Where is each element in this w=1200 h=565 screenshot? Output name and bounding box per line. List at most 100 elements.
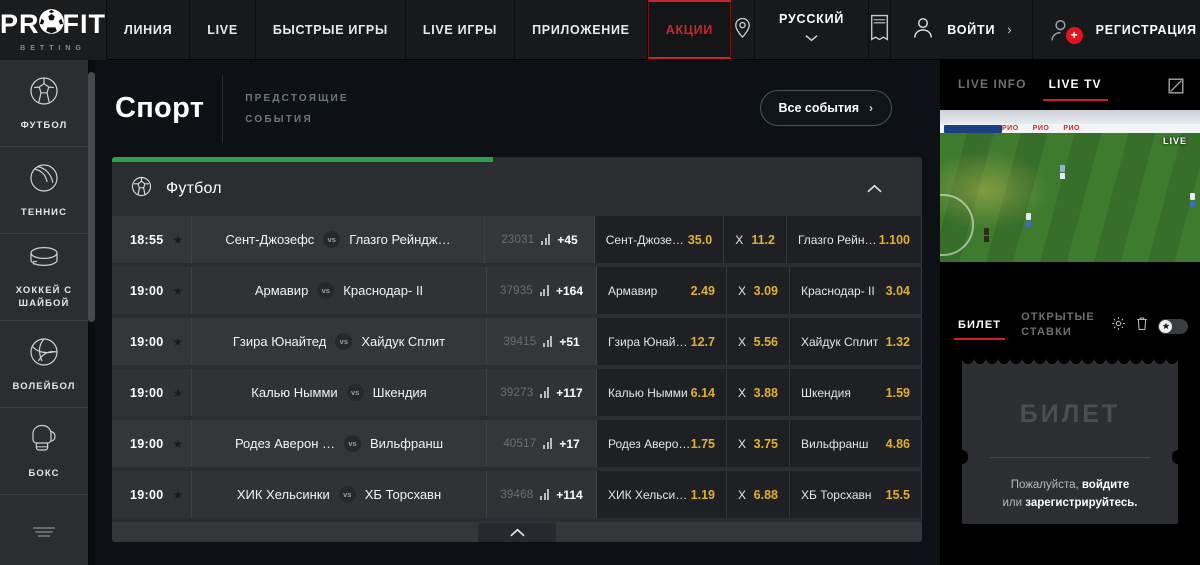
favorite-star-icon[interactable]: ★ [172, 335, 183, 349]
ticket-notch-left [956, 450, 968, 464]
tab-live-info[interactable]: LIVE INFO [958, 77, 1027, 94]
nav-item-live[interactable]: LIVE [190, 0, 256, 59]
match-stats-cell[interactable]: 39468 +114 [487, 471, 597, 518]
odd-draw-button[interactable]: X 11.2 [724, 216, 787, 263]
odd-away-button[interactable]: Краснодар- II 3.04 [790, 267, 922, 314]
favorite-star-icon[interactable]: ★ [172, 284, 183, 298]
match-stats-cell[interactable]: 39415 +51 [487, 318, 597, 365]
odd-draw-button[interactable]: X 3.09 [727, 267, 790, 314]
nav-item-app[interactable]: ПРИЛОЖЕНИЕ [515, 0, 648, 59]
odd-away-button[interactable]: Глазго Рейнд… 1.100 [786, 216, 922, 263]
odd-away-button[interactable]: ХБ Торсхавн 15.5 [790, 471, 922, 518]
match-row[interactable]: 19:00 ★ Гзира Юнайтед vs Хайдук Сплит 39415 +5… [112, 318, 922, 365]
odd-home-button[interactable]: Армавир 2.49 [597, 267, 727, 314]
expand-icon[interactable] [1168, 78, 1184, 99]
sidebar-item-label: ТЕННИС [20, 206, 68, 218]
match-row[interactable]: 19:00 ★ Армавир vs Краснодар- II 37935 +164 Арм… [112, 267, 922, 314]
match-row[interactable]: 19:00 ★ ХИК Хельсинки vs ХБ Торсхавн 39468 +11… [112, 471, 922, 518]
odd-home-button[interactable]: Родез Аверо… 1.75 [597, 420, 727, 467]
match-teams-cell[interactable]: Калью Нымми vs Шкендия [192, 369, 487, 416]
tab-open-bets[interactable]: ОТКРЫТЫЕ СТАВКИ [1021, 310, 1095, 340]
odd-home-button[interactable]: Гзира Юнайт… 12.7 [597, 318, 727, 365]
statistics-icon[interactable] [543, 438, 553, 449]
odd-home-label: ХИК Хельсин… [608, 487, 691, 502]
home-team-name: Сент-Джозефс [225, 232, 315, 247]
odd-draw-button[interactable]: X 5.56 [727, 318, 790, 365]
statistics-icon[interactable] [539, 285, 549, 296]
statistics-icon[interactable] [540, 489, 550, 500]
odd-home-button[interactable]: Калью Нымми 6.14 [597, 369, 727, 416]
match-id: 39468 [500, 488, 534, 501]
odd-draw-button[interactable]: X 6.88 [727, 471, 790, 518]
odd-draw-button[interactable]: X 3.75 [727, 420, 790, 467]
login-button[interactable]: ВОЙТИ › [891, 0, 1033, 59]
odd-home-button[interactable]: Сент-Джозе… 35.0 [594, 216, 725, 263]
all-events-button[interactable]: Все события › [759, 90, 892, 126]
my-tickets-button[interactable] [869, 0, 892, 59]
odd-away-button[interactable]: Вильфранш 4.86 [790, 420, 922, 467]
brand-logo[interactable]: PR FIT BETTING [0, 0, 108, 60]
match-stats-cell[interactable]: 39273 +117 [487, 369, 597, 416]
sidebar-item-table-tennis[interactable] [0, 495, 88, 565]
sidebar-item-boxing[interactable]: БОКС [0, 408, 88, 495]
odd-away-label: ХБ Торсхавн [801, 487, 872, 502]
home-team-name: Армавир [254, 283, 309, 298]
match-row[interactable]: 19:00 ★ Родез Аверон … vs Вильфранш 40517 +17 Р… [112, 420, 922, 467]
sidebar-item-football[interactable]: ФУТБОЛ [0, 60, 88, 147]
sports-sidebar[interactable]: ФУТБОЛ ТЕННИС ХОККЕЙ С ШАЙБОЙ ВОЛЕЙБОЛ Б… [0, 60, 88, 565]
favorite-star-icon[interactable]: ★ [172, 488, 183, 502]
sidebar-item-tennis[interactable]: ТЕННИС [0, 147, 88, 234]
collapse-list-button[interactable] [478, 523, 556, 542]
markets-count: +164 [555, 283, 583, 298]
match-teams-cell[interactable]: Гзира Юнайтед vs Хайдук Сплит [192, 318, 487, 365]
nav-item-promotions[interactable]: АКЦИИ [647, 0, 731, 59]
match-teams-cell[interactable]: Родез Аверон … vs Вильфранш [192, 420, 487, 467]
register-link[interactable]: зарегистрируйтесь. [1025, 497, 1137, 509]
away-team-name: ХБ Торсхавн [364, 487, 442, 502]
sidebar-item-volleyball[interactable]: ВОЛЕЙБОЛ [0, 321, 88, 408]
favorite-star-icon[interactable]: ★ [172, 437, 183, 451]
gear-icon[interactable] [1111, 316, 1126, 336]
statistics-icon[interactable] [541, 234, 551, 245]
league-header[interactable]: Футбол [112, 162, 922, 216]
home-team-name: Гзира Юнайтед [232, 334, 327, 349]
match-stats-cell[interactable]: 37935 +164 [487, 267, 597, 314]
odd-away-label: Шкендия [801, 385, 851, 400]
tab-bet-slip[interactable]: БИЛЕТ [953, 318, 1006, 341]
sidebar-scrollbar[interactable] [88, 60, 95, 565]
statistics-icon[interactable] [543, 336, 553, 347]
markets-count: +17 [559, 436, 580, 451]
toggle-on-icon[interactable] [1158, 318, 1188, 334]
favorite-star-icon[interactable]: ★ [172, 386, 183, 400]
odd-draw-label: X [738, 487, 747, 502]
language-selector[interactable]: РУССКИЙ [754, 0, 870, 59]
trash-icon[interactable] [1135, 316, 1149, 336]
match-teams-cell[interactable]: Армавир vs Краснодар- II [192, 267, 487, 314]
tab-live-tv[interactable]: LIVE TV [1042, 77, 1108, 101]
match-teams-cell[interactable]: ХИК Хельсинки vs ХБ Торсхавн [192, 471, 487, 518]
next-match-row-partial[interactable] [112, 522, 922, 542]
markets-count: +117 [556, 385, 583, 400]
match-stats-cell[interactable]: 23031 +45 [485, 216, 595, 263]
odd-away-button[interactable]: Хайдук Сплит 1.32 [790, 318, 922, 365]
odd-home-button[interactable]: ХИК Хельсин… 1.19 [597, 471, 727, 518]
sidebar-item-ice-hockey[interactable]: ХОККЕЙ С ШАЙБОЙ [0, 234, 88, 321]
sidebar-scrollbar-thumb[interactable] [88, 72, 95, 322]
odd-draw-button[interactable]: X 3.88 [727, 369, 790, 416]
nav-item-fast-games[interactable]: БЫСТРЫЕ ИГРЫ [255, 0, 406, 59]
match-row[interactable]: 18:55 ★ Сент-Джозефс vs Глазго Рейндж… 23031 +… [112, 216, 922, 263]
panel-spacer [940, 262, 1200, 302]
statistics-icon[interactable] [540, 387, 550, 398]
live-tv-video[interactable]: РИО РИО РИО LIVE [940, 110, 1200, 262]
location-button[interactable] [730, 0, 755, 59]
match-row[interactable]: 19:00 ★ Калью Нымми vs Шкендия 39273 +117 Калью… [112, 369, 922, 416]
match-teams-cell[interactable]: Сент-Джозефс vs Глазго Рейндж… [192, 216, 486, 263]
chevron-up-icon[interactable] [867, 180, 882, 198]
nav-item-live-games[interactable]: LIVE ИГРЫ [405, 0, 516, 59]
match-stats-cell[interactable]: 40517 +17 [487, 420, 597, 467]
register-button[interactable]: + РЕГИСТРАЦИЯ › [1032, 0, 1200, 59]
odd-away-button[interactable]: Шкендия 1.59 [790, 369, 922, 416]
login-link[interactable]: войдите [1082, 479, 1129, 491]
favorite-star-icon[interactable]: ★ [172, 233, 183, 247]
nav-item-liniya[interactable]: ЛИНИЯ [107, 0, 191, 59]
